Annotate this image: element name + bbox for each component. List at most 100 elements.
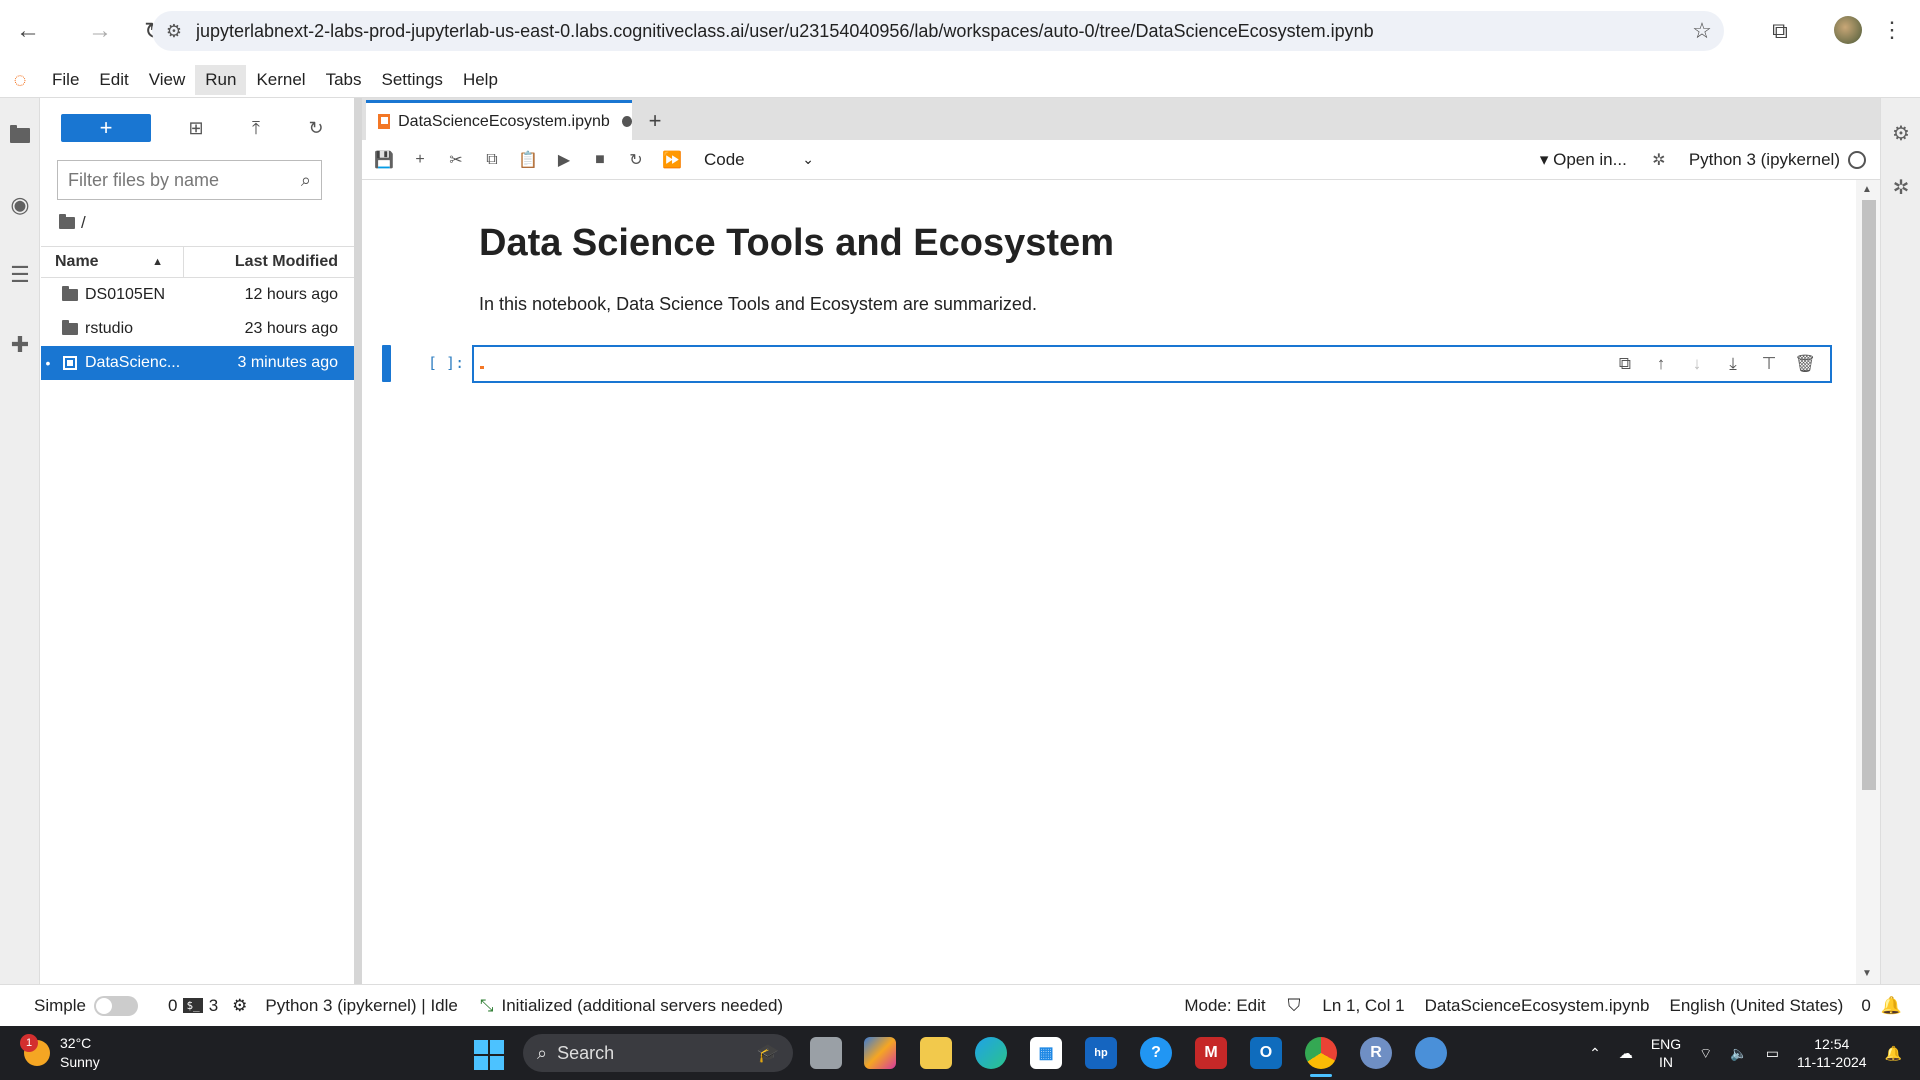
menu-run[interactable]: Run [195,64,247,95]
profile-avatar[interactable] [1834,16,1862,44]
restart-run-all-icon[interactable]: ⏩ [654,145,690,175]
file-row-rstudio[interactable]: rstudio 23 hours ago [41,312,354,346]
simple-mode-toggle[interactable] [93,995,138,1016]
duplicate-cell-icon[interactable]: ⧉ [1610,351,1640,377]
insert-above-icon[interactable]: ⊤ [1754,351,1784,377]
cursor-position[interactable]: Ln 1, Col 1 [1322,996,1404,1016]
myhp-icon[interactable]: hp [1085,1037,1117,1069]
upload-icon[interactable]: ⤒ [226,113,286,143]
menu-view[interactable]: View [139,65,196,95]
menu-settings[interactable]: Settings [372,65,453,95]
kernel-status-text[interactable]: Python 3 (ipykernel) | Idle [265,996,457,1016]
help-icon[interactable]: ? [1140,1037,1172,1069]
microsoft-store-icon[interactable]: ▦ [1030,1037,1062,1069]
active-cell-indicator[interactable] [382,345,391,382]
debugger-bug-icon[interactable]: ✲ [1641,145,1677,175]
home-folder-icon[interactable] [59,214,75,229]
scroll-down-icon[interactable]: ▼ [1862,968,1872,979]
interrupt-icon[interactable]: ■ [582,145,618,175]
status-filename: DataScienceEcosystem.ipynb [1424,995,1650,1015]
copy-icon[interactable]: ⧉ [474,145,510,175]
language-text[interactable]: English (United States) [1669,996,1843,1016]
input-language[interactable]: ENG IN [1651,1035,1681,1071]
bell-icon[interactable]: 🔔 [1881,996,1902,1016]
refresh-icon[interactable]: ↻ [286,113,346,143]
filter-files-input[interactable]: Filter files by name ⌕ [57,160,322,200]
restart-icon[interactable]: ↻ [618,145,654,175]
insert-below-icon[interactable]: ⤓ [1718,351,1748,377]
new-launcher-button[interactable]: + [61,114,151,142]
site-info-icon[interactable]: ⚙ [152,21,196,42]
mcafee-icon[interactable]: M [1195,1037,1227,1069]
paste-icon[interactable]: 📋 [510,145,546,175]
scroll-up-icon[interactable]: ▲ [1862,184,1872,195]
windows-start-icon[interactable] [474,1040,504,1070]
unsaved-dot-icon[interactable] [621,116,632,127]
menu-kernel[interactable]: Kernel [246,65,315,95]
copilot-icon[interactable] [864,1037,896,1069]
table-of-contents-icon[interactable]: ☰ [0,240,40,310]
menu-help[interactable]: Help [453,65,508,95]
clock[interactable]: 12:54 11-11-2024 [1797,1035,1867,1071]
open-indicator-dot: • [45,355,51,371]
file-row-ds0105en[interactable]: DS0105EN 12 hours ago [41,278,354,312]
move-up-icon[interactable]: ↑ [1646,351,1676,377]
task-view-icon[interactable] [810,1037,842,1069]
cut-icon[interactable]: ✂ [438,145,474,175]
notifications-bell-icon[interactable]: 🔔 [1885,1044,1902,1062]
new-folder-icon[interactable]: ⊞ [166,113,226,143]
menu-edit[interactable]: Edit [89,65,138,95]
kernels-count[interactable]: 0 [168,996,177,1016]
volume-icon[interactable]: 🔈 [1730,1044,1747,1062]
move-down-icon[interactable]: ↓ [1682,351,1712,377]
file-row-datascience-notebook[interactable]: • DataScienc... 3 minutes ago [41,346,354,380]
file-browser-icon[interactable] [0,100,40,170]
code-cell-editor[interactable]: ⧉ ↑ ↓ ⤓ ⊤ 🗑 [472,345,1832,383]
settings-cog-icon[interactable]: ⚙ [232,996,247,1016]
python-app-icon[interactable] [1415,1037,1447,1069]
chrome-icon[interactable] [1305,1037,1337,1069]
menu-file[interactable]: File [42,65,89,95]
panel-splitter[interactable] [354,98,362,984]
extensions-icon[interactable]: ⧉ [1765,16,1795,46]
outlook-icon[interactable]: O [1250,1037,1282,1069]
weather-widget[interactable]: 1 32°C Sunny [20,1034,100,1072]
notebook-scrollbar[interactable]: ▲ ▼ [1856,180,1880,984]
scrollbar-thumb[interactable] [1862,200,1876,790]
onedrive-icon[interactable]: ☁ [1619,1044,1633,1062]
kernel-selector[interactable]: Python 3 (ipykernel) [1689,150,1840,170]
extension-manager-icon[interactable]: ✚ [0,310,40,380]
back-icon[interactable]: ← [8,11,48,51]
show-hidden-icons-chevron[interactable]: ⌃ [1589,1044,1601,1062]
forward-icon[interactable]: → [80,11,120,51]
terminals-count[interactable]: 3 [209,996,218,1016]
column-modified-header[interactable]: Last Modified [184,253,354,271]
open-in-dropdown[interactable]: ▾ Open in... [1540,150,1627,170]
delete-cell-icon[interactable]: 🗑 [1790,351,1820,377]
debugger-icon[interactable]: ✲ [1881,152,1920,222]
bookmark-star-icon[interactable]: ☆ [1680,18,1724,44]
save-icon[interactable]: 💾 [366,145,402,175]
url-text[interactable]: jupyterlabnext-2-labs-prod-jupyterlab-us… [196,21,1680,42]
shield-icon[interactable]: ⛉ [1288,996,1301,1016]
menu-tabs[interactable]: Tabs [316,65,372,95]
column-name-header[interactable]: Name ▲ [41,247,184,277]
cell-type-select[interactable]: Code ⌄ [704,150,814,170]
insert-cell-icon[interactable]: + [402,145,438,175]
breadcrumb-root[interactable]: / [81,213,86,233]
run-icon[interactable]: ▶ [546,145,582,175]
tab-datascienceecosystem[interactable]: DataScienceEcosystem.ipynb [366,100,632,140]
running-sessions-icon[interactable]: ◉ [0,170,40,240]
lsp-status-text[interactable]: Initialized (additional servers needed) [501,996,783,1016]
notification-count[interactable]: 0 [1861,996,1870,1016]
r-app-icon[interactable]: R [1360,1037,1392,1069]
region-code: IN [1659,1054,1673,1070]
file-explorer-icon[interactable] [920,1037,952,1069]
wifi-icon[interactable]: ⌔ [1699,1044,1712,1062]
edge-icon[interactable] [975,1037,1007,1069]
new-tab-button[interactable]: + [640,106,670,136]
browser-menu-icon[interactable]: ⋮ [1880,14,1904,46]
taskbar-search[interactable]: ⌕ Search 🎓 [523,1034,793,1072]
address-bar[interactable]: ⚙ jupyterlabnext-2-labs-prod-jupyterlab-… [152,11,1724,51]
battery-icon[interactable]: ▭ [1766,1044,1779,1062]
